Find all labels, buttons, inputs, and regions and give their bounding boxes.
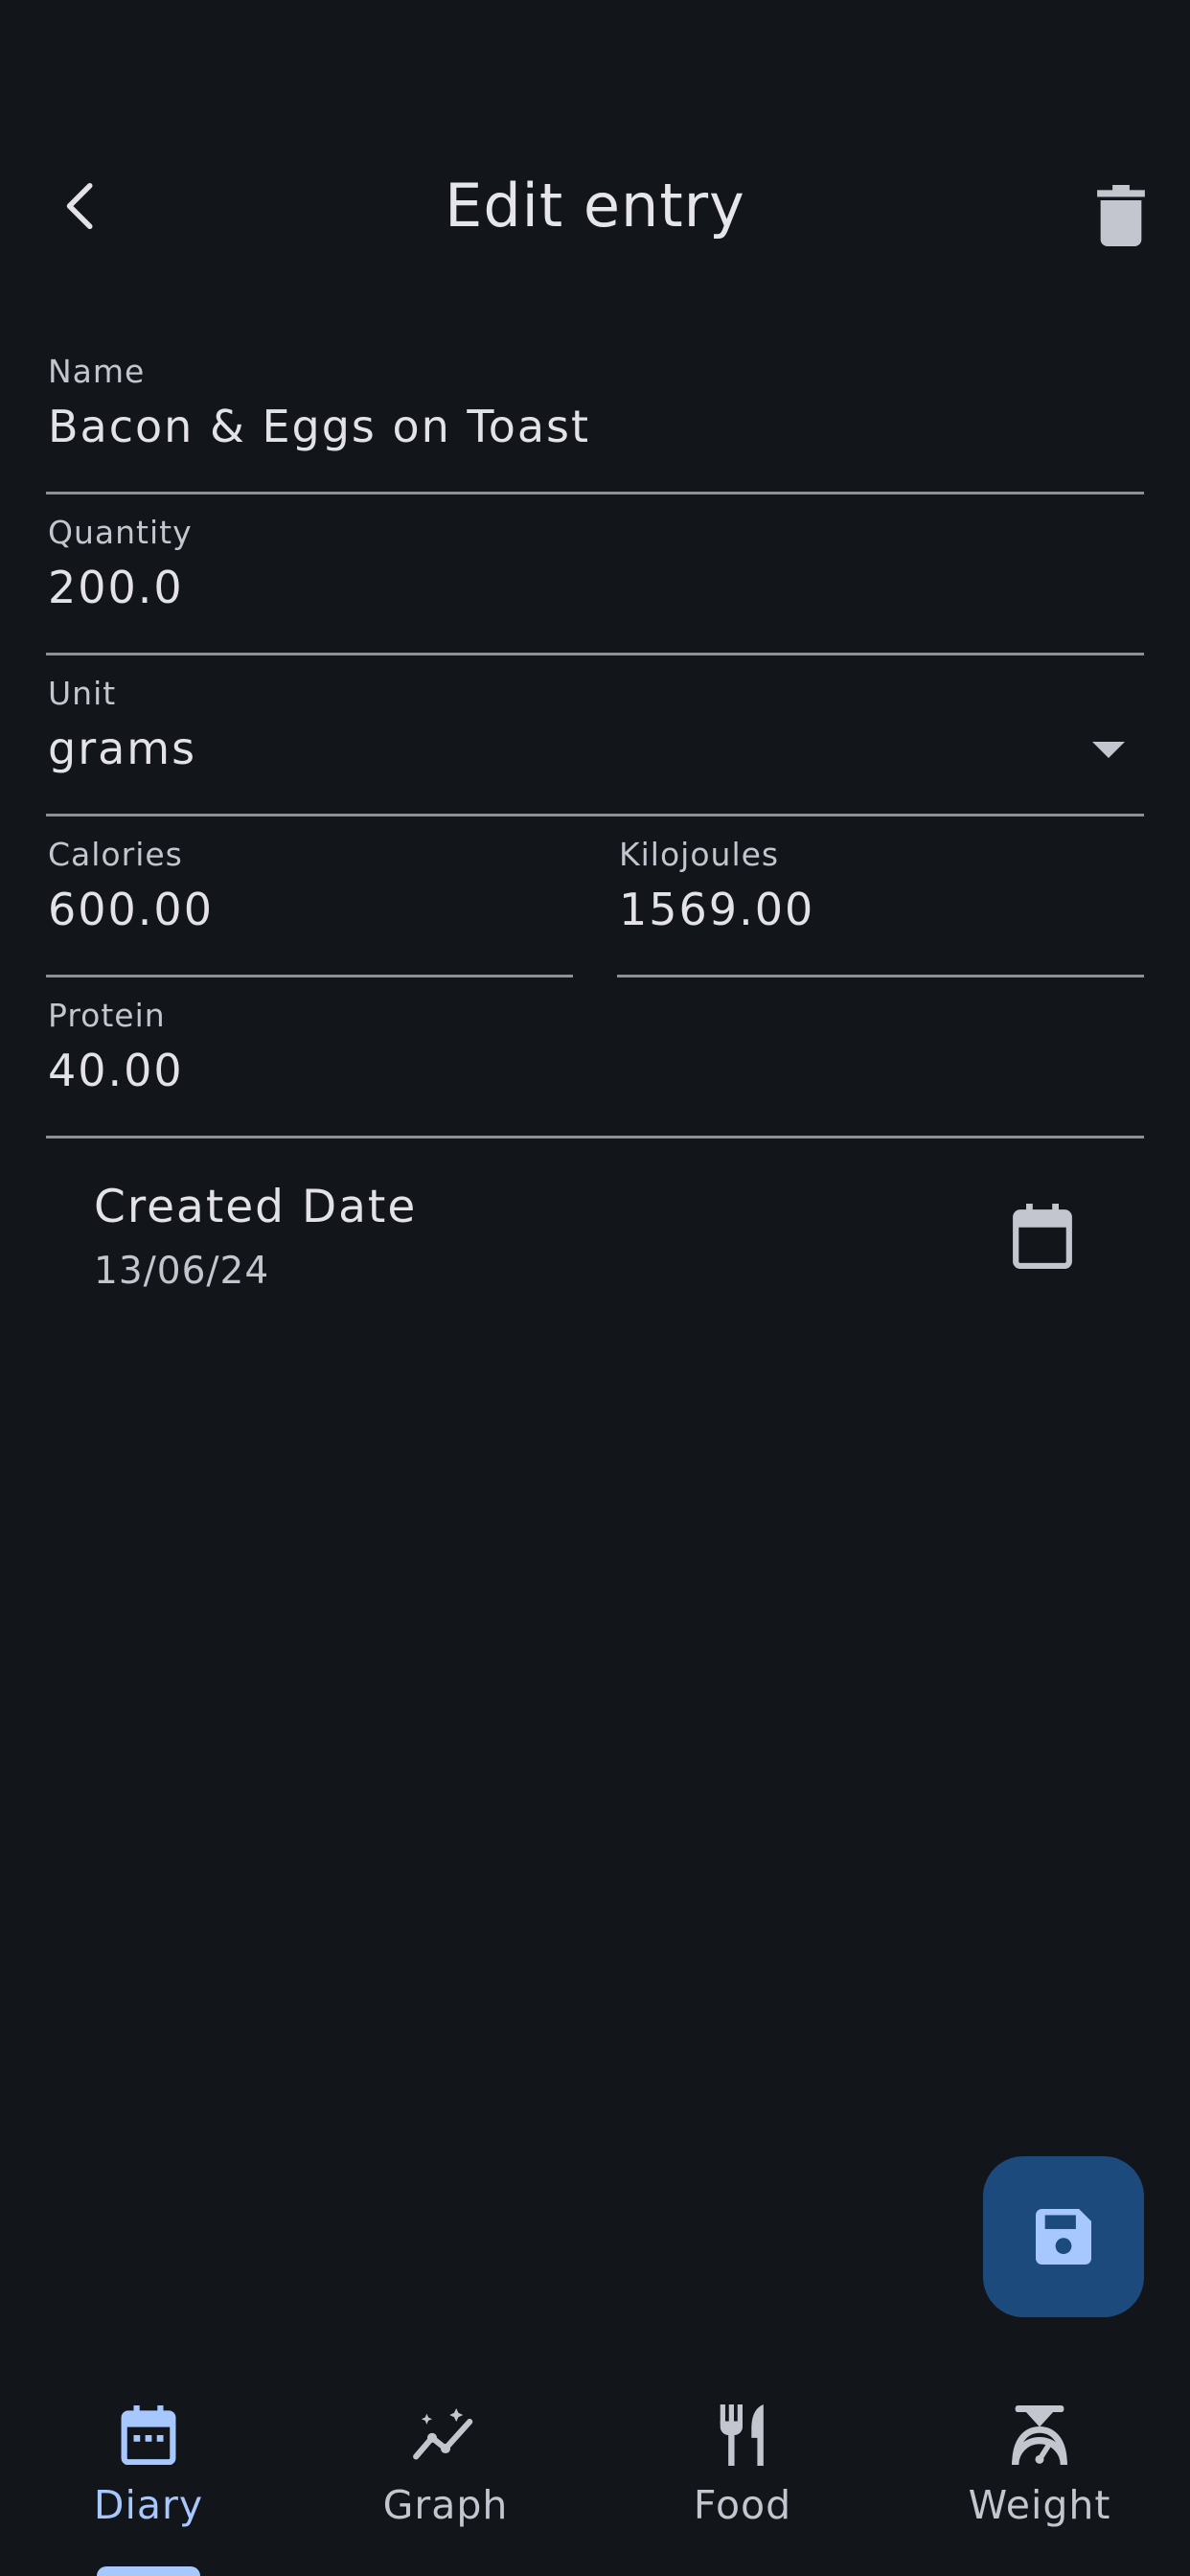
calories-input[interactable] (48, 884, 571, 935)
save-button[interactable] (983, 2156, 1144, 2317)
trash-icon (1097, 185, 1145, 246)
name-field[interactable]: Name (46, 334, 1144, 494)
calendar-icon (1013, 1204, 1072, 1269)
protein-field[interactable]: Protein (46, 978, 1144, 1138)
name-input[interactable] (48, 401, 1142, 452)
nav-item-food[interactable]: Food (594, 2367, 891, 2576)
nav-label-weight: Weight (968, 2482, 1111, 2528)
dropdown-arrow-icon (1092, 742, 1125, 758)
calories-label: Calories (48, 836, 183, 873)
nav-label-graph: Graph (382, 2482, 509, 2528)
page-title: Edit entry (445, 171, 745, 241)
active-indicator (97, 2566, 200, 2576)
created-date-value: 13/06/24 (94, 1250, 270, 1293)
edit-entry-screen: Edit entry Name Quantity Unit grams Calo… (0, 0, 1190, 2576)
quantity-field[interactable]: Quantity (46, 494, 1144, 656)
scale-icon (1006, 2402, 1073, 2469)
kilojoules-label: Kilojoules (619, 836, 780, 873)
nav-item-graph[interactable]: Graph (297, 2367, 594, 2576)
unit-dropdown[interactable]: Unit grams (46, 656, 1144, 816)
kilojoules-input[interactable] (619, 884, 1142, 935)
nav-label-food: Food (693, 2482, 792, 2528)
nav-item-weight[interactable]: Weight (891, 2367, 1188, 2576)
nav-label-diary: Diary (93, 2482, 204, 2528)
created-date-row[interactable]: Created Date 13/06/24 (46, 1150, 1144, 1322)
name-label: Name (48, 353, 146, 390)
save-icon (1036, 2209, 1091, 2265)
kilojoules-field[interactable]: Kilojoules (617, 816, 1144, 978)
calories-field[interactable]: Calories (46, 816, 573, 978)
quantity-label: Quantity (48, 514, 193, 551)
top-app-bar: Edit entry (0, 144, 1190, 268)
diary-calendar-icon (115, 2402, 182, 2469)
unit-label: Unit (48, 675, 117, 712)
calendar-button[interactable] (1004, 1198, 1081, 1275)
quantity-input[interactable] (48, 562, 1142, 613)
delete-button[interactable] (1078, 172, 1164, 259)
protein-input[interactable] (48, 1045, 1142, 1096)
nav-item-diary[interactable]: Diary (0, 2367, 297, 2576)
bottom-navigation: Diary Graph Food Weight (0, 2367, 1190, 2576)
unit-value: grams (48, 723, 197, 774)
fork-knife-icon (709, 2402, 776, 2469)
created-date-title: Created Date (94, 1181, 418, 1233)
protein-label: Protein (48, 997, 166, 1034)
graph-icon (412, 2402, 479, 2469)
